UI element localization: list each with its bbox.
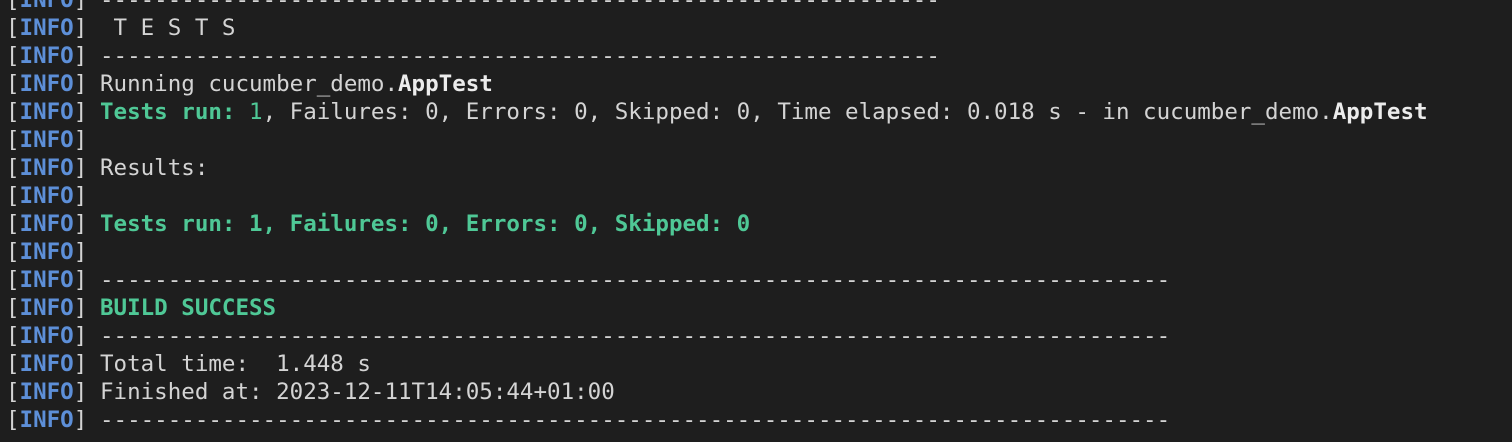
log-message: ----------------------------------------… [100, 42, 1506, 70]
log-line: [INFO] Running cucumber_demo.AppTest [6, 70, 1506, 98]
log-text-segment: Total time: 1.448 s [100, 351, 371, 377]
log-level-prefix: [INFO] [6, 323, 88, 349]
log-level-prefix: [INFO] [6, 407, 88, 433]
log-line: [INFO] Finished at: 2023-12-11T14:05:44+0… [6, 378, 1506, 406]
log-level-tag: INFO [19, 155, 74, 181]
log-text-segment: Running cucumber_demo. [100, 71, 399, 97]
log-level-prefix: [INFO] [6, 351, 88, 377]
log-level-tag: INFO [19, 127, 74, 153]
log-level-tag: INFO [19, 239, 74, 265]
log-level-tag: INFO [19, 183, 74, 209]
log-level-tag: INFO [19, 323, 74, 349]
log-text-segment: Tests run: [100, 99, 250, 125]
log-level-prefix: [INFO] [6, 239, 88, 265]
log-line: [INFO] [6, 182, 1506, 210]
log-line: [INFO] ----------------------------------… [6, 322, 1506, 350]
log-line: [INFO] ----------------------------------… [6, 0, 1506, 14]
log-text-segment: ----------------------------------------… [100, 323, 1171, 349]
log-level-tag: INFO [19, 295, 74, 321]
log-level-tag: INFO [19, 351, 74, 377]
log-line: [INFO] [6, 238, 1506, 266]
log-text-segment: Tests run: 1, Failures: 0, Errors: 0, Sk… [100, 211, 751, 237]
log-level-prefix: [INFO] [6, 211, 88, 237]
log-level-tag: INFO [19, 99, 74, 125]
log-level-prefix: [INFO] [6, 155, 88, 181]
log-line: [INFO] ----------------------------------… [6, 406, 1506, 434]
log-message: ----------------------------------------… [100, 322, 1506, 350]
log-level-prefix: [INFO] [6, 71, 88, 97]
log-level-prefix: [INFO] [6, 15, 88, 41]
log-line: [INFO] BUILD SUCCESS [6, 294, 1506, 322]
log-message: Tests run: 1, Failures: 0, Errors: 0, Sk… [100, 98, 1506, 126]
log-text-segment: ----------------------------------------… [100, 267, 1171, 293]
log-message: ----------------------------------------… [100, 406, 1506, 434]
log-text-segment: Finished at: 2023-12-11T14:05:44+01:00 [100, 379, 615, 405]
log-line: [INFO] [6, 126, 1506, 154]
log-level-tag: INFO [19, 71, 74, 97]
log-message [100, 126, 1506, 154]
log-text-segment: ----------------------------------------… [100, 407, 1171, 433]
log-text-segment: BUILD SUCCESS [100, 295, 277, 321]
log-text-segment: , Failures: 0, Errors: 0, Skipped: 0, Ti… [262, 99, 1333, 125]
log-text-segment: AppTest [398, 71, 493, 97]
log-line: [INFO] ----------------------------------… [6, 266, 1506, 294]
log-text-segment: AppTest [1332, 99, 1428, 125]
log-message: ----------------------------------------… [100, 266, 1506, 294]
log-message: Running cucumber_demo.AppTest [100, 70, 1506, 98]
log-level-tag: INFO [19, 0, 74, 13]
log-message: Tests run: 1, Failures: 0, Errors: 0, Sk… [100, 210, 1506, 238]
log-text-segment: T E S T S [100, 15, 236, 41]
log-level-tag: INFO [19, 379, 74, 405]
log-message: Total time: 1.448 s [100, 350, 1506, 378]
terminal-output: [INFO] ----------------------------------… [6, 0, 1506, 434]
log-level-prefix: [INFO] [6, 183, 88, 209]
log-level-tag: INFO [19, 211, 74, 237]
log-message: Finished at: 2023-12-11T14:05:44+01:00 [100, 378, 1506, 406]
log-text-segment: 1 [249, 99, 263, 125]
log-level-tag: INFO [19, 267, 74, 293]
log-text-segment: ----------------------------------------… [100, 0, 940, 13]
log-message: BUILD SUCCESS [100, 294, 1506, 322]
log-level-tag: INFO [19, 407, 74, 433]
log-text-segment: Results: [100, 155, 209, 181]
log-message: T E S T S [100, 14, 1506, 42]
log-level-tag: INFO [19, 43, 74, 69]
log-level-prefix: [INFO] [6, 99, 88, 125]
log-line: [INFO] Results: [6, 154, 1506, 182]
log-message: Results: [100, 154, 1506, 182]
log-level-prefix: [INFO] [6, 379, 88, 405]
log-line: [INFO] Tests run: 1, Failures: 0, Errors:… [6, 210, 1506, 238]
log-line: [INFO] ----------------------------------… [6, 42, 1506, 70]
log-level-prefix: [INFO] [6, 127, 88, 153]
log-level-tag: INFO [19, 15, 74, 41]
log-level-prefix: [INFO] [6, 43, 88, 69]
log-level-prefix: [INFO] [6, 267, 88, 293]
log-line: [INFO] Tests run: 1, Failures: 0, Errors:… [6, 98, 1506, 126]
log-message: ----------------------------------------… [100, 0, 1506, 14]
log-line: [INFO] Total time: 1.448 s [6, 350, 1506, 378]
log-text-segment: ----------------------------------------… [100, 43, 940, 69]
log-line: [INFO] T E S T S [6, 14, 1506, 42]
log-level-prefix: [INFO] [6, 295, 88, 321]
log-level-prefix: [INFO] [6, 0, 100, 14]
log-message [100, 182, 1506, 210]
log-message [100, 238, 1506, 266]
